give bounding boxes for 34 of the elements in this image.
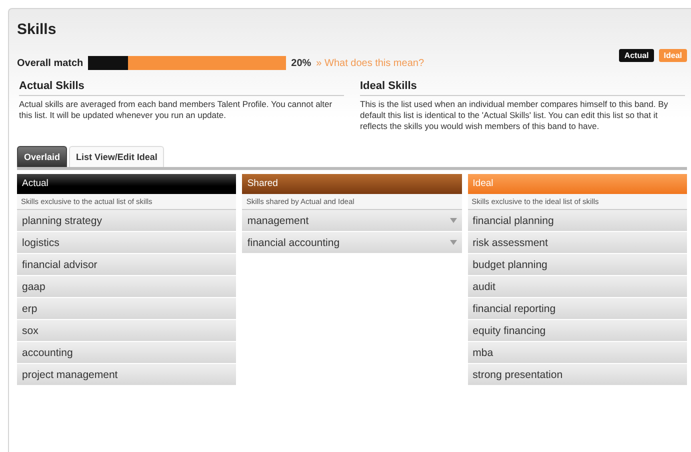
skill-item[interactable]: management [242, 210, 462, 232]
section-heading: Ideal Skills [360, 80, 685, 96]
section-description: Actual skills are averaged from each band members Talent Profile. You cannot alter this list. It will be updated whenever you run an update. [19, 99, 334, 121]
skill-item[interactable]: financial reporting [468, 298, 687, 320]
skill-item[interactable]: financial advisor [17, 254, 236, 276]
skill-item[interactable]: strong presentation [468, 364, 687, 386]
skill-item[interactable]: logistics [17, 232, 236, 254]
view-tab[interactable]: List View/Edit Ideal [69, 146, 164, 167]
legend-badge: Actual [619, 49, 654, 62]
section-description: This is the list used when an individual member compares himself to this band. By default this list is identical to the 'Actual Skills' list. You can edit this list so that it reflects the skills you would wish members of this band to have. [360, 99, 670, 132]
skill-item[interactable]: planning strategy [17, 210, 236, 232]
skill-item[interactable]: equity financing [468, 320, 687, 342]
legend-badge: Ideal [658, 49, 687, 62]
column-header: Actual [17, 174, 236, 194]
column-header: Ideal [468, 174, 687, 194]
skill-item[interactable]: budget planning [468, 254, 687, 276]
skill-item[interactable]: gaap [17, 276, 236, 298]
match-label: Overall match [17, 58, 84, 68]
match-percent: 20% [291, 58, 312, 68]
skill-item[interactable]: erp [17, 298, 236, 320]
skill-item[interactable]: accounting [17, 342, 236, 364]
skill-item[interactable]: risk assessment [468, 232, 687, 254]
section-heading: Actual Skills [19, 80, 344, 96]
skill-item[interactable]: financial planning [468, 210, 687, 232]
skill-item[interactable]: mba [468, 342, 687, 364]
skill-item[interactable]: sox [17, 320, 236, 342]
skill-item[interactable]: audit [468, 276, 687, 298]
column-header: Shared [242, 174, 462, 194]
caret-icon [450, 240, 457, 245]
view-tab[interactable]: Overlaid [17, 146, 68, 167]
skill-item[interactable]: financial accounting [242, 232, 462, 254]
skill-item[interactable]: project management [17, 364, 236, 386]
caret-icon [450, 218, 457, 223]
panel-title: Skills [17, 21, 56, 40]
